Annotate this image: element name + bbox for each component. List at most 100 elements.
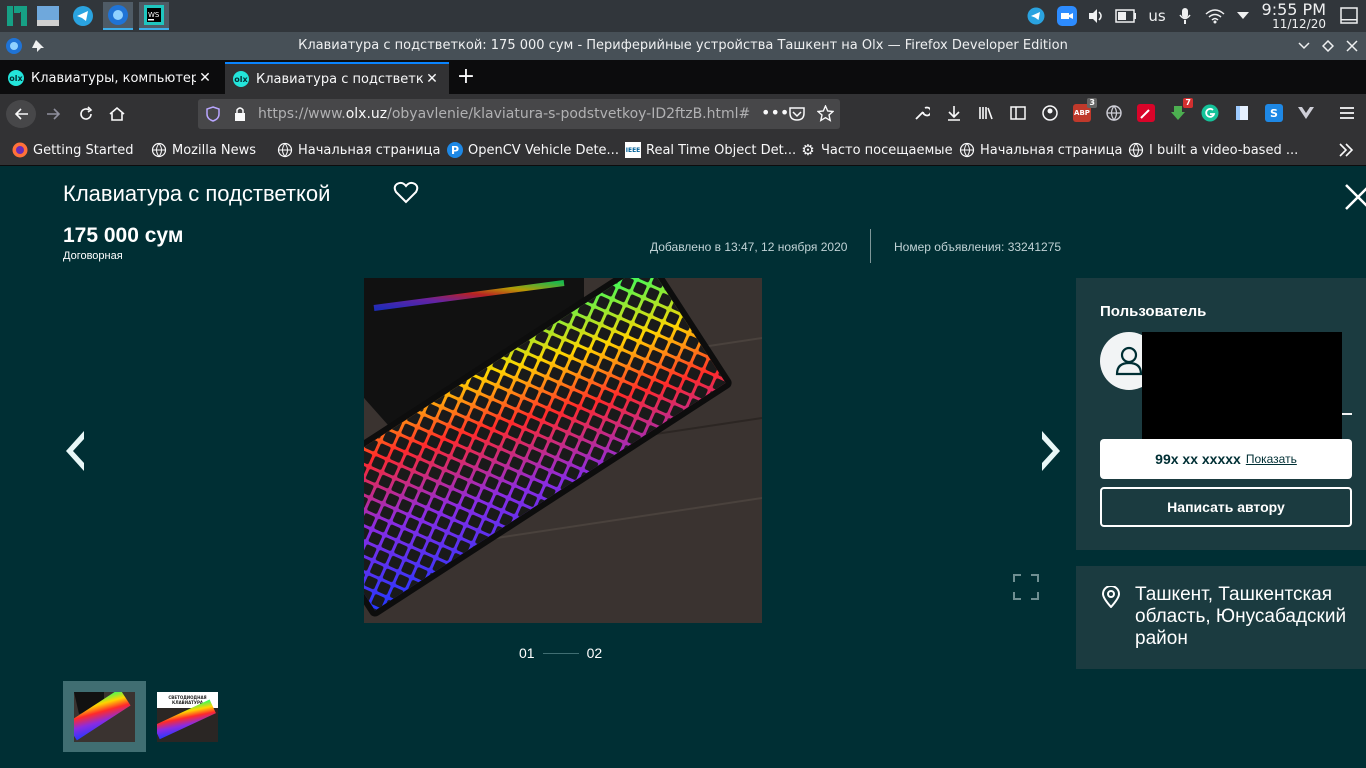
bookmark-ieee[interactable]: IEEE Real Time Object Det...: [625, 141, 796, 159]
thumbnail-image: [74, 691, 135, 742]
library-icon[interactable]: [977, 104, 995, 122]
globe-icon: [277, 142, 293, 158]
bookmark-label: I built a video-based ...: [1149, 142, 1299, 158]
microphone-icon[interactable]: [1176, 0, 1194, 32]
zoom-tray-icon[interactable]: [1056, 0, 1078, 32]
url-domain: olx.uz: [345, 106, 388, 122]
seller-card: Пользователь 99x xx xxxxx Показать Напис…: [1076, 278, 1366, 550]
grammarly-icon[interactable]: [1201, 104, 1219, 122]
wrench-icon[interactable]: [913, 104, 931, 122]
maximize-button[interactable]: [1318, 36, 1338, 56]
bookmark-mozilla-news[interactable]: Mozilla News: [151, 141, 256, 159]
bookmarks-overflow-icon[interactable]: [1338, 141, 1354, 159]
wifi-icon[interactable]: [1204, 0, 1226, 32]
hamburger-menu-icon[interactable]: [1338, 104, 1356, 122]
bookmark-label: Начальная страница: [298, 142, 441, 158]
window-title: Клавиатура с подстветкой: 175 000 сум - …: [298, 38, 1068, 53]
navigation-toolbar: https://www.olx.uz/obyavlenie/klaviatura…: [0, 94, 1366, 134]
download-manager-icon[interactable]: 7: [1169, 98, 1193, 122]
phone-number: 99x xx xxxxx: [1155, 451, 1241, 467]
clock-date: 11/12/20: [1272, 17, 1326, 31]
olx-favicon-icon: olx: [8, 70, 24, 86]
skype-extension-icon[interactable]: S: [1265, 104, 1283, 122]
sidebar-icon[interactable]: [1009, 104, 1027, 122]
bookmark-start-page[interactable]: Начальная страница: [277, 141, 440, 159]
new-tab-button[interactable]: +: [454, 64, 478, 90]
bookmark-start-page-2[interactable]: Начальная страница: [959, 141, 1122, 159]
page-actions-icon[interactable]: •••: [761, 103, 789, 122]
photo-thumbnail-2[interactable]: СВЕТОДИОДНАЯ КЛАВИАТУРА: [146, 681, 229, 752]
olx-ad-gallery-page: Клавиатура с подстветкой 175 000 сум Дог…: [0, 167, 1366, 768]
bookmark-label: Real Time Object Det...: [646, 142, 797, 158]
phone-box[interactable]: 99x xx xxxxx Показать: [1100, 439, 1352, 479]
firefox-launcher-icon[interactable]: [103, 2, 133, 30]
minimize-button[interactable]: [1294, 36, 1314, 56]
ad-added-date: Добавлено в 13:47, 12 ноября 2020: [650, 240, 848, 254]
globe-extension-icon[interactable]: [1105, 104, 1123, 122]
webstorm-launcher-icon[interactable]: WS: [139, 2, 169, 30]
bookmark-getting-started[interactable]: Getting Started: [12, 141, 134, 159]
close-tab-icon[interactable]: ✕: [423, 71, 441, 87]
home-button[interactable]: [103, 100, 131, 128]
battery-icon[interactable]: [1114, 0, 1138, 32]
fullscreen-icon[interactable]: [1013, 574, 1039, 600]
download-manager-badge: 7: [1183, 98, 1193, 108]
bookmark-opencv[interactable]: P OpenCV Vehicle Dete...: [447, 141, 619, 159]
bookmark-label: Getting Started: [33, 142, 134, 158]
adblock-badge: 3: [1087, 98, 1097, 108]
vue-devtools-icon[interactable]: [1297, 104, 1315, 122]
previous-photo-arrow-icon[interactable]: [62, 429, 86, 473]
globe-icon: [1128, 142, 1144, 158]
telegram-launcher-icon[interactable]: [68, 2, 98, 30]
bookmark-most-visited[interactable]: ⚙ Часто посещаемые: [800, 141, 952, 159]
lock-icon[interactable]: [234, 106, 246, 126]
notes-extension-icon[interactable]: [1233, 104, 1251, 122]
system-panel: WS us 9:55 PM 11/12/20: [0, 0, 1366, 32]
gear-icon: ⚙: [801, 141, 815, 159]
next-photo-arrow-icon[interactable]: [1040, 429, 1064, 473]
show-phone-link[interactable]: Показать: [1246, 452, 1297, 466]
write-to-author-button[interactable]: Написать автору: [1100, 487, 1352, 527]
show-desktop-icon[interactable]: [1338, 0, 1360, 32]
close-gallery-icon[interactable]: [1342, 181, 1366, 213]
telegram-tray-icon[interactable]: [1026, 0, 1046, 32]
account-icon[interactable]: [1041, 104, 1059, 122]
window-titlebar[interactable]: Клавиатура с подстветкой: 175 000 сум - …: [0, 32, 1366, 60]
forward-button[interactable]: [40, 100, 68, 128]
keyboard-product-photo[interactable]: [364, 278, 762, 623]
clock[interactable]: 9:55 PM 11/12/20: [1262, 1, 1326, 31]
photo-thumbnail-1[interactable]: [63, 681, 146, 752]
favorite-heart-icon[interactable]: [393, 181, 419, 205]
clock-time: 9:55 PM: [1261, 0, 1326, 19]
tab-keyboards-list[interactable]: olx Клавиатуры, компьютерн ✕: [0, 62, 222, 94]
url-text[interactable]: https://www.olx.uz/obyavlenie/klaviatura…: [258, 106, 750, 122]
tab-keyboard-ad[interactable]: olx Клавиатура с подстветко ✕: [225, 62, 449, 94]
adblock-plus-icon[interactable]: ABP 3: [1073, 98, 1097, 122]
bookmarks-toolbar: Getting Started Mozilla News Начальная с…: [0, 134, 1366, 166]
desktop-pager-icon[interactable]: [33, 2, 63, 30]
bookmark-video-based[interactable]: I built a video-based ...: [1128, 141, 1298, 159]
location-text: Ташкент, Ташкентская область, Юнусабадск…: [1135, 584, 1347, 649]
color-picker-extension-icon[interactable]: [1137, 104, 1155, 122]
tray-expand-icon[interactable]: [1234, 0, 1252, 32]
ieee-icon: IEEE: [625, 142, 641, 158]
volume-icon[interactable]: [1086, 0, 1106, 32]
close-tab-icon[interactable]: ✕: [196, 70, 214, 86]
ad-price: 175 000 сум: [63, 224, 184, 247]
downloads-icon[interactable]: [945, 104, 963, 122]
svg-text:WS: WS: [148, 11, 160, 19]
close-window-button[interactable]: [1342, 36, 1362, 56]
tracking-shield-icon[interactable]: [206, 106, 220, 126]
pocket-icon[interactable]: [789, 106, 805, 126]
url-bar[interactable]: https://www.olx.uz/obyavlenie/klaviatura…: [198, 99, 840, 129]
keyboard-layout-indicator[interactable]: us: [1144, 0, 1170, 32]
bookmark-star-icon[interactable]: [816, 104, 835, 126]
reload-button[interactable]: [72, 100, 100, 128]
app-menu-icon[interactable]: [2, 2, 32, 30]
ad-title: Клавиатура с подстветкой: [63, 181, 331, 206]
bookmark-label: OpenCV Vehicle Dete...: [468, 142, 619, 158]
back-button[interactable]: [6, 100, 36, 128]
globe-icon: [151, 142, 167, 158]
thumbnail-image: СВЕТОДИОДНАЯ КЛАВИАТУРА: [157, 691, 218, 742]
redaction-edge: [1342, 413, 1352, 415]
